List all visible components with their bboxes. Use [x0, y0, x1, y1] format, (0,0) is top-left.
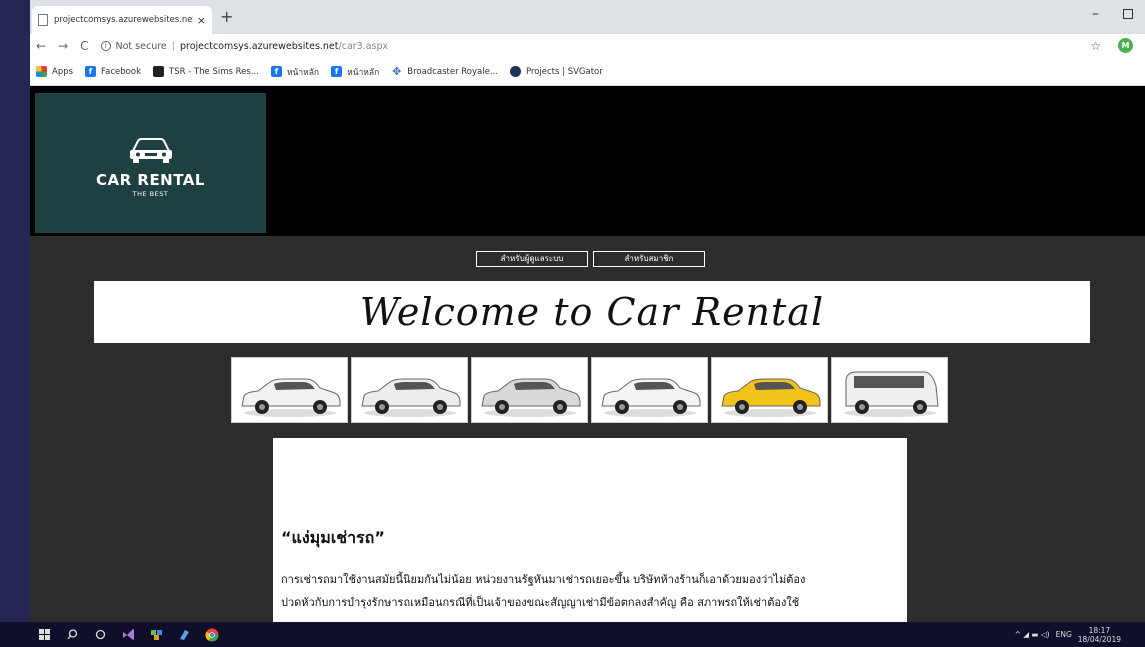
- page-content: CAR RENTAL THE BEST สำหรับผู้ดูแลระบบ สำ…: [30, 86, 1145, 622]
- back-arrow-icon[interactable]: ←: [36, 39, 46, 53]
- chrome-icon[interactable]: [198, 622, 226, 647]
- welcome-title: Welcome to Car Rental: [359, 290, 825, 334]
- task-view-icon[interactable]: [86, 622, 114, 647]
- logo-tagline: THE BEST: [132, 190, 169, 198]
- welcome-banner: Welcome to Car Rental: [94, 281, 1090, 343]
- site-logo[interactable]: CAR RENTAL THE BEST: [35, 93, 266, 233]
- browser-tab[interactable]: projectcomsys.azurewebsites.net ×: [32, 6, 212, 34]
- profile-avatar[interactable]: M: [1118, 38, 1133, 53]
- address-bar[interactable]: i Not secure | projectcomsys.azurewebsit…: [100, 40, 389, 52]
- car-logo-icon: [35, 135, 266, 169]
- car-thumbnail[interactable]: [831, 357, 948, 423]
- member-button[interactable]: สำหรับสมาชิก: [593, 251, 705, 267]
- browser-toolbar: ← → C i Not secure | projectcomsys.azure…: [30, 34, 1145, 58]
- apps-icon: [36, 66, 47, 77]
- tab-title: projectcomsys.azurewebsites.net: [54, 15, 193, 25]
- svgator-icon: [509, 66, 521, 77]
- bookmark-label: หน้าหลัก: [286, 67, 320, 78]
- windows-taskbar: ^ ◢ ▬ ◁) ENG 18:17 18/04/2019: [0, 622, 1145, 647]
- bookmark-home-1[interactable]: f หน้าหลัก: [270, 65, 320, 79]
- windows-start-icon[interactable]: [30, 622, 58, 647]
- maximize-button[interactable]: [1123, 9, 1133, 19]
- app-icon[interactable]: [142, 622, 170, 647]
- clock[interactable]: 18:17 18/04/2019: [1078, 626, 1121, 644]
- admin-button[interactable]: สำหรับผู้ดูแลระบบ: [476, 251, 588, 267]
- tsr-icon: [153, 66, 164, 77]
- bookmark-label: Projects | SVGator: [525, 66, 603, 77]
- bookmarks-bar: Apps f Facebook TSR - The Sims Res... f …: [30, 58, 1145, 86]
- page-icon: [38, 14, 48, 26]
- browser-window: projectcomsys.azurewebsites.net × + – ← …: [30, 0, 1145, 622]
- facebook-icon: f: [270, 66, 282, 77]
- bookmark-label: TSR - The Sims Res...: [169, 66, 259, 77]
- car-thumbnail[interactable]: [591, 357, 708, 423]
- visual-studio-icon[interactable]: [114, 622, 142, 647]
- logo-brand: CAR RENTAL: [96, 171, 205, 189]
- article-panel: “แง่มุมเช่ารถ” การเช่ารถมาใช้งานสมัยนี้น…: [273, 438, 907, 622]
- language-indicator[interactable]: ENG: [1056, 630, 1072, 639]
- security-label: Not secure: [115, 40, 167, 52]
- site-menu: สำหรับผู้ดูแลระบบ สำหรับสมาชิก: [476, 251, 705, 267]
- article-body: การเช่ารถมาใช้งานสมัยนี้นิยมกันไม่น้อย ห…: [281, 568, 901, 614]
- bookmark-apps[interactable]: Apps: [36, 66, 73, 77]
- bookmark-label: หน้าหลัก: [347, 67, 380, 78]
- minimize-button[interactable]: –: [1092, 6, 1099, 22]
- car-thumbnail[interactable]: [231, 357, 348, 423]
- bookmark-label: Apps: [52, 66, 74, 77]
- url-separator: |: [171, 40, 175, 52]
- bookmark-star-icon[interactable]: ☆: [1090, 39, 1101, 53]
- url-path: /car3.aspx: [338, 40, 389, 52]
- paint-icon[interactable]: [170, 622, 198, 647]
- close-tab-icon[interactable]: ×: [197, 14, 206, 27]
- tray-icons[interactable]: ^ ◢ ▬ ◁): [1015, 630, 1050, 639]
- tab-strip: projectcomsys.azurewebsites.net × + –: [30, 0, 1145, 34]
- bookmark-home-2[interactable]: f หน้าหลัก: [331, 65, 379, 79]
- bookmark-label: Broadcaster Royale...: [407, 66, 498, 77]
- article-line: การเช่ารถมาใช้งานสมัยนี้นิยมกันไม่น้อย ห…: [281, 573, 806, 586]
- bookmark-label: Facebook: [101, 66, 141, 77]
- facebook-icon: f: [85, 66, 97, 77]
- broadcaster-icon: ✥: [392, 65, 402, 78]
- site-header: CAR RENTAL THE BEST: [30, 86, 1145, 236]
- system-tray: ^ ◢ ▬ ◁) ENG 18:17 18/04/2019: [1015, 622, 1121, 647]
- article-title: “แง่มุมเช่ารถ”: [281, 528, 385, 547]
- forward-arrow-icon[interactable]: →: [58, 39, 68, 53]
- car-gallery: [231, 357, 948, 423]
- info-icon[interactable]: i: [100, 41, 111, 51]
- car-thumbnail[interactable]: [711, 357, 828, 423]
- car-thumbnail[interactable]: [351, 357, 468, 423]
- reload-icon[interactable]: C: [80, 39, 88, 53]
- bookmark-svgator[interactable]: Projects | SVGator: [509, 66, 603, 77]
- url-host: projectcomsys.azurewebsites.net: [179, 40, 339, 52]
- search-icon[interactable]: [58, 622, 86, 647]
- new-tab-button[interactable]: +: [220, 7, 233, 26]
- clock-date: 18/04/2019: [1077, 634, 1121, 644]
- article-line: ปวดหัวกับการบำรุงรักษารถเหมือนกรณีที่เป็…: [281, 596, 800, 609]
- car-thumbnail[interactable]: [471, 357, 588, 423]
- bookmark-tsr[interactable]: TSR - The Sims Res...: [153, 66, 259, 77]
- clock-time: 18:17: [1088, 625, 1111, 635]
- bookmark-broadcaster[interactable]: ✥ Broadcaster Royale...: [391, 66, 498, 77]
- facebook-icon: f: [331, 66, 343, 77]
- bookmark-facebook[interactable]: f Facebook: [85, 66, 141, 77]
